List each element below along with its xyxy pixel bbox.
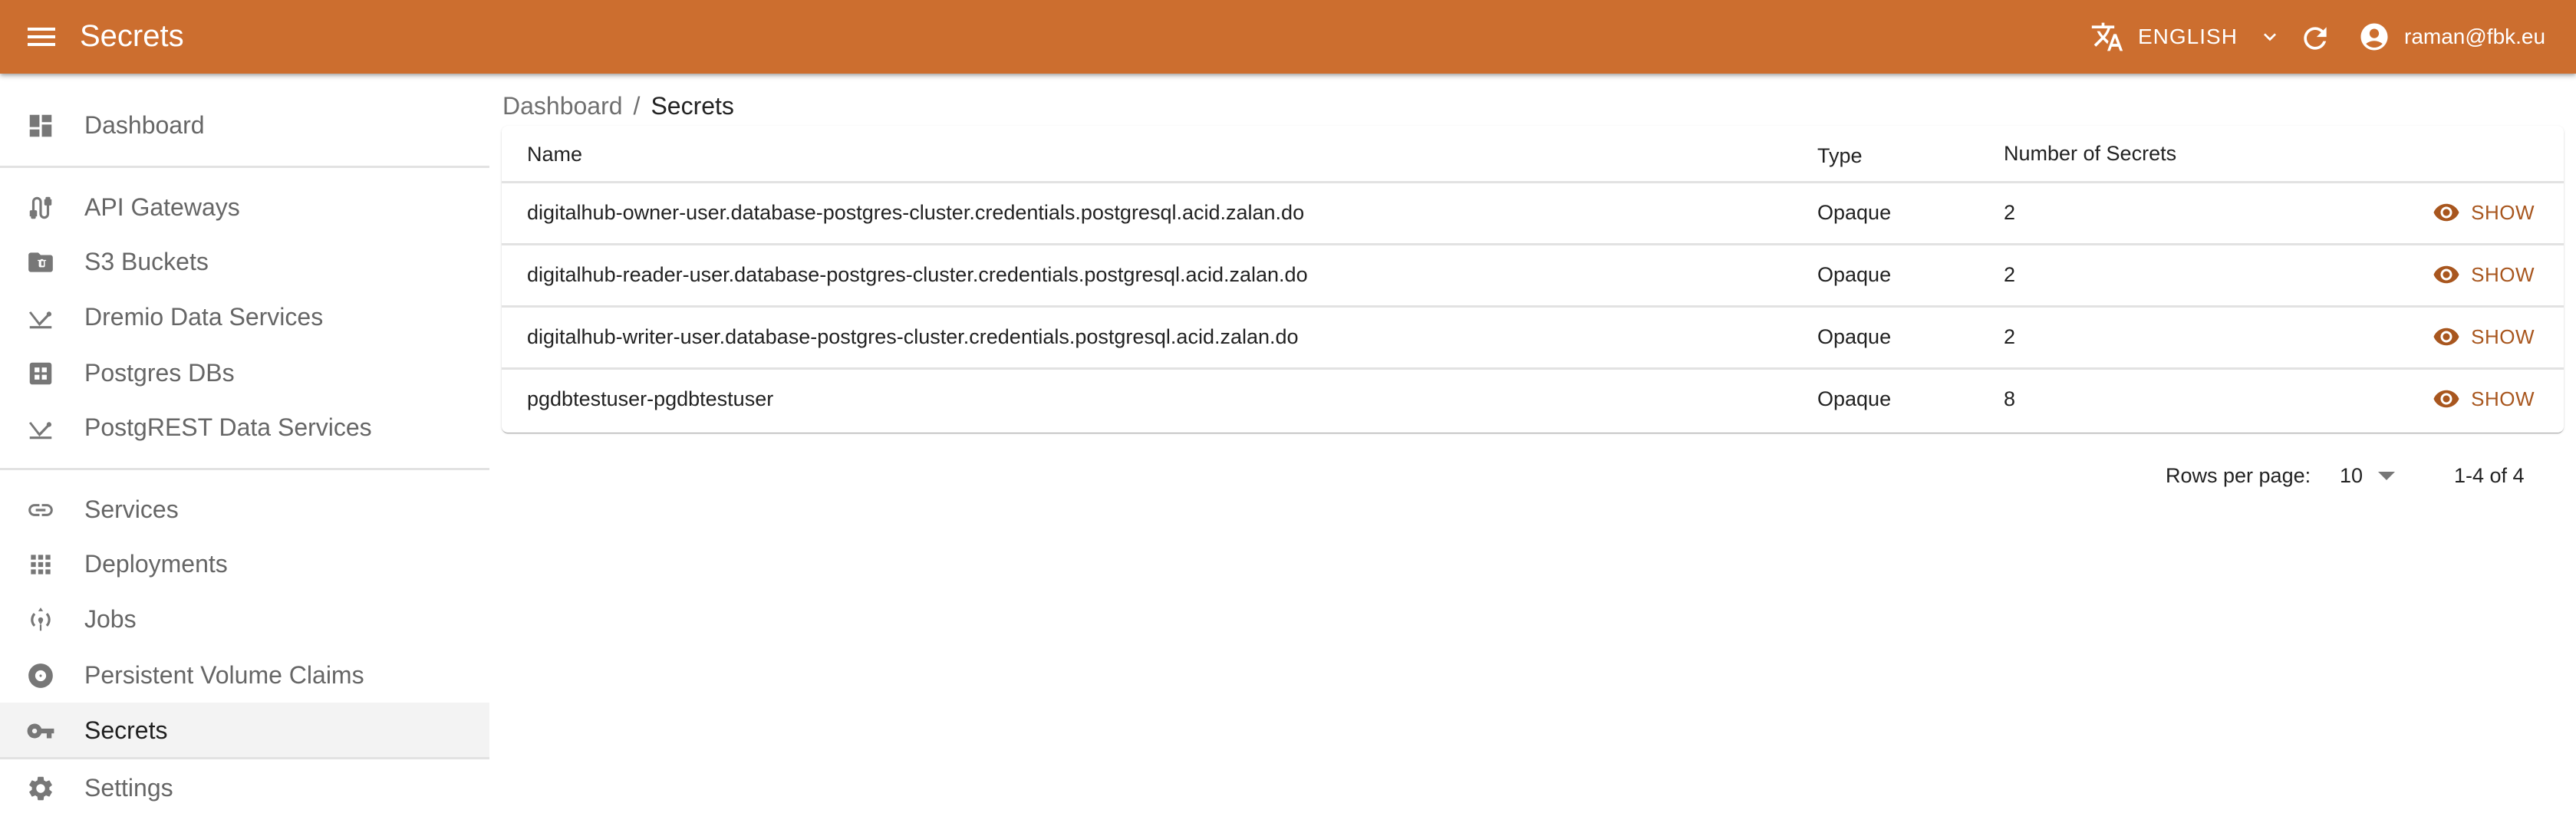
secret-name: digitalhub-reader-user.database-postgres… [527, 263, 1308, 286]
rows-per-page-label: Rows per page: [2166, 463, 2311, 487]
sidebar-item-label: S3 Buckets [84, 247, 209, 275]
show-button-label: SHOW [2471, 387, 2535, 410]
eye-icon [2433, 265, 2459, 284]
key-icon [26, 716, 55, 746]
sidebar-item-label: API Gateways [84, 193, 240, 221]
breadcrumb: Dashboard / Secrets [502, 91, 734, 121]
column-header-number-of-secrets: Number of Secrets [2004, 142, 2177, 165]
table-row: digitalhub-writer-user.database-postgres… [502, 308, 2564, 370]
secret-name: digitalhub-writer-user.database-postgres… [527, 325, 1299, 348]
grid-box-icon [26, 359, 55, 388]
table-row: digitalhub-reader-user.database-postgres… [502, 245, 2564, 308]
account-circle-icon [2360, 23, 2388, 51]
sidebar-item-label: Services [84, 495, 179, 523]
sidebar-item-persistent-volume-claims[interactable]: Persistent Volume Claims [0, 647, 489, 703]
sidebar-item-deployments[interactable]: Deployments [0, 536, 489, 591]
sidebar-item-services[interactable]: Services [0, 482, 489, 537]
apps-icon [26, 550, 55, 579]
eye-icon [2433, 328, 2459, 346]
sidebar-item-label: Persistent Volume Claims [84, 660, 364, 689]
secret-name: digitalhub-owner-user.database-postgres-… [527, 201, 1305, 224]
dataset-linked-icon [26, 413, 55, 443]
page-title: Secrets [80, 19, 184, 53]
sidebar-item-postgres-dbs[interactable]: Postgres DBs [0, 345, 489, 400]
secret-type: Opaque [1817, 201, 1892, 224]
table-row: pgdbtestuser-pgdbtestuser Opaque 8 SHOW [502, 370, 2564, 430]
show-button[interactable]: SHOW [2433, 199, 2535, 226]
disc-icon [26, 661, 55, 690]
gear-icon [26, 774, 55, 803]
eye-icon [2433, 390, 2459, 408]
cable-icon [26, 193, 55, 222]
show-button[interactable]: SHOW [2433, 261, 2535, 288]
rows-per-page-value: 10 [2340, 463, 2364, 487]
sidebar-item-dashboard[interactable]: Dashboard [0, 97, 489, 153]
sidebar-item-settings[interactable]: Settings [0, 760, 489, 815]
eye-icon [2433, 203, 2459, 222]
show-button[interactable]: SHOW [2433, 385, 2535, 413]
sidebar-item-label: Jobs [84, 604, 137, 633]
rows-per-page-select[interactable]: 10 [2340, 460, 2396, 491]
show-button[interactable]: SHOW [2433, 323, 2535, 351]
sidebar-item-dremio-data-services[interactable]: Dremio Data Services [0, 289, 489, 344]
breadcrumb-current: Secrets [651, 92, 734, 120]
secret-count: 2 [2004, 325, 2016, 348]
dataset-linked-icon [26, 303, 55, 332]
sidebar-divider [0, 468, 489, 470]
sidebar-item-label: Secrets [84, 716, 168, 744]
chevron-down-icon [2263, 33, 2276, 41]
sidebar-item-label: Dremio Data Services [84, 302, 324, 331]
user-menu[interactable]: raman@fbk.eu [2358, 18, 2545, 55]
sidebar-divider [0, 757, 489, 759]
sidebar-item-jobs[interactable]: Jobs [0, 591, 489, 647]
sidebar-item-secrets[interactable]: Secrets [0, 703, 489, 758]
refresh-icon [2304, 27, 2327, 50]
secret-count: 8 [2004, 387, 2016, 410]
menu-button[interactable] [23, 18, 60, 55]
secret-name: pgdbtestuser-pgdbtestuser [527, 387, 774, 410]
refresh-button[interactable] [2298, 21, 2332, 55]
secret-count: 2 [2004, 201, 2016, 224]
hamburger-menu-icon [28, 28, 55, 46]
table-row: digitalhub-owner-user.database-postgres-… [502, 183, 2564, 245]
show-button-label: SHOW [2471, 200, 2535, 224]
language-selector[interactable]: ENGLISH [2090, 18, 2282, 55]
sidebar-divider [0, 166, 489, 168]
pagination-range: 1-4 of 4 [2454, 463, 2525, 487]
sidebar-item-label: PostgREST Data Services [84, 413, 372, 441]
translate-icon [2091, 22, 2123, 51]
show-button-label: SHOW [2471, 324, 2535, 348]
jobs-icon [26, 605, 55, 634]
sidebar-item-postgrest-data-services[interactable]: PostgREST Data Services [0, 400, 489, 455]
app-bar: Secrets ENGLISH raman@fbk.eu [0, 0, 2576, 74]
breadcrumb-dashboard-link[interactable]: Dashboard [502, 92, 623, 120]
secret-type: Opaque [1817, 387, 1892, 410]
sidebar-item-s3-buckets[interactable]: S3 Buckets [0, 234, 489, 289]
secret-type: Opaque [1817, 263, 1892, 286]
column-header-name: Name [527, 143, 583, 166]
sidebar: Dashboard API Gateways S3 Buckets Dremio… [0, 74, 489, 833]
sidebar-item-api-gateways[interactable]: API Gateways [0, 179, 489, 235]
sidebar-item-label: Settings [84, 773, 173, 802]
language-label: ENGLISH [2138, 25, 2238, 48]
user-email: raman@fbk.eu [2404, 25, 2546, 48]
folder-delete-icon [26, 248, 55, 277]
sidebar-item-label: Postgres DBs [84, 358, 235, 387]
breadcrumb-separator: / [633, 92, 641, 120]
show-button-label: SHOW [2471, 262, 2535, 286]
dropdown-arrow-icon [2378, 471, 2396, 480]
dashboard-icon [26, 111, 55, 140]
sidebar-item-label: Deployments [84, 549, 228, 578]
secret-type: Opaque [1817, 325, 1892, 348]
secret-count: 2 [2004, 263, 2016, 286]
link-icon [26, 496, 55, 525]
sidebar-item-label: Dashboard [84, 110, 205, 139]
table-header-row: Name Type Number of Secrets [502, 126, 2564, 183]
column-header-type: Type [1817, 144, 1863, 167]
secrets-table: Name Type Number of Secrets digitalhub-o… [502, 126, 2564, 433]
